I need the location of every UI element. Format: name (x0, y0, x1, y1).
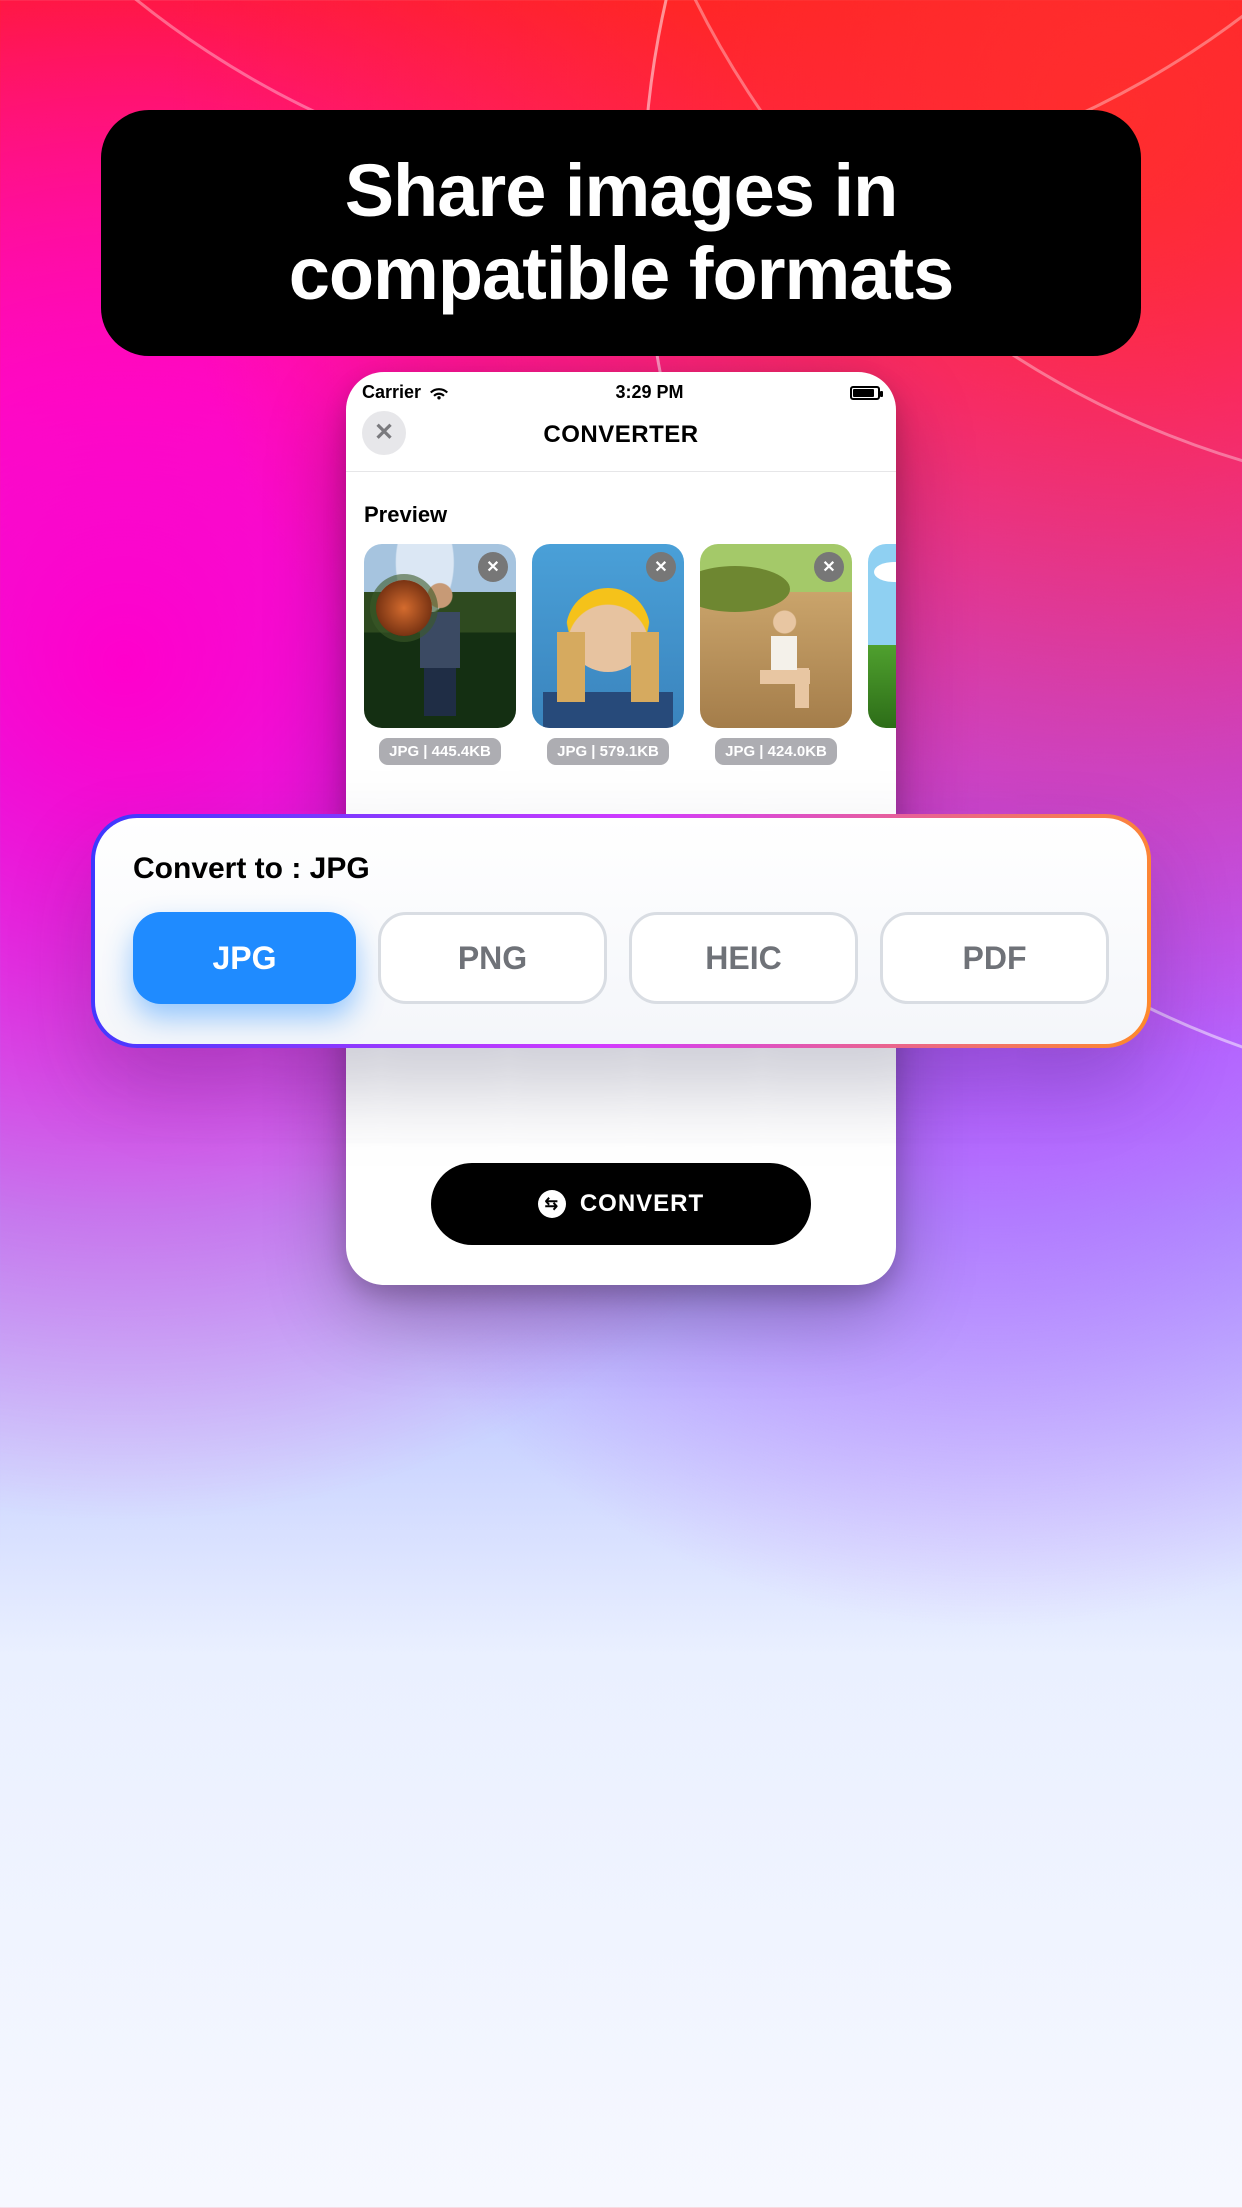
convert-icon: ⇆ (538, 1190, 566, 1218)
close-icon: ✕ (654, 557, 667, 577)
preview-item[interactable]: JPG (868, 544, 896, 765)
remove-image-button[interactable]: ✕ (646, 552, 676, 582)
format-option-png[interactable]: PNG (378, 912, 607, 1004)
preview-item[interactable]: ✕ JPG | 579.1KB (532, 544, 684, 765)
thumbnail[interactable] (868, 544, 896, 728)
page-title: CONVERTER (346, 421, 896, 449)
thumbnail[interactable]: ✕ (532, 544, 684, 728)
remove-image-button[interactable]: ✕ (814, 552, 844, 582)
clock: 3:29 PM (616, 382, 684, 403)
preview-item[interactable]: ✕ JPG | 424.0KB (700, 544, 852, 765)
close-icon: ✕ (822, 557, 835, 577)
convert-to-label: Convert to : JPG (133, 852, 1109, 886)
close-icon: ✕ (374, 421, 394, 445)
convert-button-label: CONVERT (580, 1190, 704, 1218)
wifi-icon (429, 386, 449, 400)
close-icon: ✕ (486, 557, 499, 577)
thumbnail[interactable]: ✕ (700, 544, 852, 728)
carrier-label: Carrier (362, 382, 421, 403)
preview-heading: Preview (346, 472, 896, 544)
preview-strip[interactable]: ✕ JPG | 445.4KB ✕ JPG | 579.1KB ✕ (346, 544, 896, 773)
marketing-banner: Share images in compatible formats (101, 110, 1141, 356)
close-button[interactable]: ✕ (362, 411, 406, 455)
format-option-heic[interactable]: HEIC (629, 912, 858, 1004)
thumbnail[interactable]: ✕ (364, 544, 516, 728)
file-info-badge: JPG | 579.1KB (547, 738, 669, 765)
file-info-badge: JPG | 424.0KB (715, 738, 837, 765)
format-option-pdf[interactable]: PDF (880, 912, 1109, 1004)
status-bar: Carrier 3:29 PM (346, 372, 896, 407)
convert-button[interactable]: ⇆ CONVERT (431, 1163, 811, 1245)
format-picker-panel: Convert to : JPG JPG PNG HEIC PDF (91, 814, 1151, 1048)
format-option-jpg[interactable]: JPG (133, 912, 356, 1004)
remove-image-button[interactable]: ✕ (478, 552, 508, 582)
battery-icon (850, 386, 880, 400)
preview-item[interactable]: ✕ JPG | 445.4KB (364, 544, 516, 765)
nav-bar: ✕ CONVERTER (346, 407, 896, 472)
file-info-badge: JPG | 445.4KB (379, 738, 501, 765)
